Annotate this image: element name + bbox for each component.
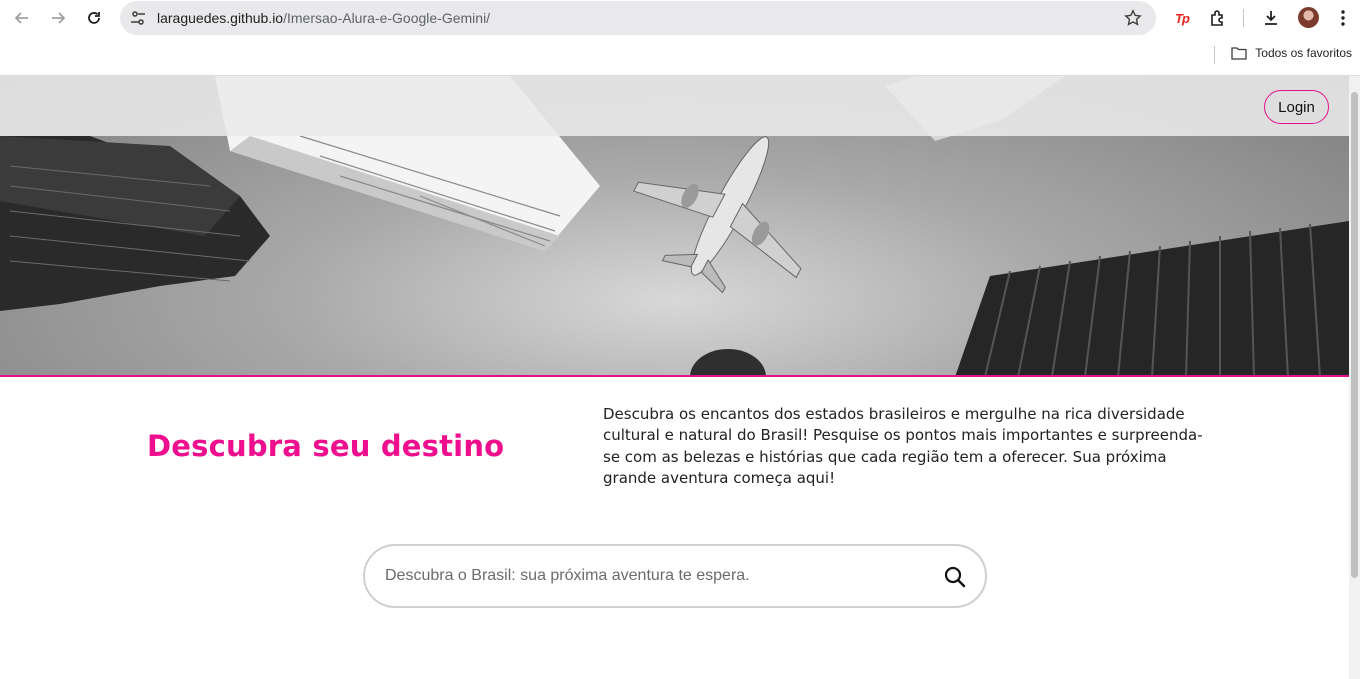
search-icon[interactable] [943, 565, 967, 589]
kebab-menu-icon[interactable] [1332, 7, 1354, 29]
profile-avatar[interactable] [1298, 7, 1319, 28]
bookmarks-label: Todos os favoritos [1255, 46, 1352, 60]
hero-banner: Login [0, 76, 1349, 377]
browser-toolbar: laraguedes.github.io/Imersao-Alura-e-Goo… [0, 0, 1360, 76]
address-bar[interactable]: laraguedes.github.io/Imersao-Alura-e-Goo… [120, 1, 1156, 35]
bookmarks-divider [1214, 46, 1215, 64]
login-button[interactable]: Login [1264, 90, 1329, 124]
star-icon[interactable] [1124, 9, 1142, 27]
site-info-icon[interactable] [129, 9, 147, 27]
folder-icon [1231, 47, 1247, 60]
extensions-icon[interactable] [1207, 7, 1229, 29]
search-bar [363, 544, 987, 608]
reload-icon[interactable] [82, 6, 106, 30]
web-page: Login Descubra seu destino Descubra os e… [0, 76, 1349, 679]
forward-icon[interactable] [46, 6, 70, 30]
site-header [0, 76, 1349, 136]
url-path: /Imersao-Alura-e-Google-Gemini/ [283, 10, 491, 26]
url-host: laraguedes.github.io [157, 10, 284, 26]
search-input[interactable] [385, 560, 925, 592]
intro-text: Descubra os encantos dos estados brasile… [603, 405, 1203, 487]
page-title: Descubra seu destino [147, 429, 505, 463]
vertical-scrollbar[interactable] [1349, 76, 1360, 679]
download-icon[interactable] [1260, 7, 1282, 29]
tp-extension-icon[interactable]: Tp [1171, 7, 1193, 29]
tp-extension-label: Tp [1175, 10, 1190, 26]
scrollbar-thumb[interactable] [1351, 92, 1358, 578]
toolbar-divider [1243, 9, 1244, 27]
back-icon[interactable] [10, 6, 34, 30]
all-bookmarks[interactable]: Todos os favoritos [1231, 46, 1352, 60]
url-text[interactable]: laraguedes.github.io/Imersao-Alura-e-Goo… [157, 10, 490, 26]
